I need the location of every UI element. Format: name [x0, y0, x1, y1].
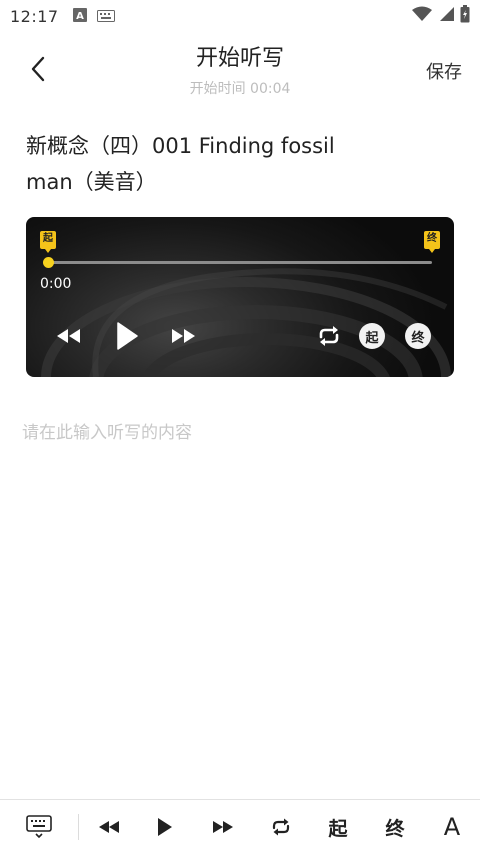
keyboard-icon [96, 7, 115, 26]
rewind-icon [99, 821, 119, 833]
current-time: 0:00 [40, 276, 72, 292]
toolbar-fast-forward-button[interactable] [208, 800, 238, 853]
battery-icon [460, 5, 470, 27]
keyboard-toggle-button[interactable] [22, 800, 56, 853]
loop-icon [272, 818, 290, 836]
signal-icon [438, 6, 454, 26]
lesson-title: 新概念（四）001 Finding fossil man（美音） [26, 134, 335, 194]
status-time: 12:17 [10, 6, 59, 26]
fast-forward-icon [172, 329, 195, 343]
fast-forward-icon [213, 821, 233, 833]
rewind-icon [57, 329, 80, 343]
player-background [41, 268, 451, 377]
page-title: 开始听写 [195, 46, 284, 71]
progress-slider[interactable] [43, 257, 432, 268]
play-icon [158, 818, 172, 836]
set-start-label: 起 [359, 323, 385, 349]
status-icons-right [412, 5, 470, 27]
toolbar-set-end-button[interactable]: 终 [381, 800, 409, 853]
toolbar-rewind-button[interactable] [94, 800, 124, 853]
toolbar-set-start-button[interactable]: 起 [324, 800, 352, 853]
keyboard-icon [26, 815, 52, 839]
set-end-label: 终 [405, 323, 431, 349]
svg-text:A: A [76, 11, 84, 22]
status-bar: 12:17 A [0, 0, 480, 32]
loop-button[interactable] [314, 323, 344, 349]
toolbar-divider [78, 814, 79, 840]
fast-forward-button[interactable] [170, 325, 198, 347]
start-time-label: 开始时间 00:04 [189, 81, 291, 97]
bottom-toolbar: 起 终 A [0, 799, 480, 853]
font-size-button[interactable]: A [438, 800, 466, 853]
toolbar-loop-button[interactable] [266, 800, 296, 853]
toolbar-play-button[interactable] [152, 800, 178, 853]
save-button[interactable]: 保存 [426, 58, 462, 84]
wifi-icon [412, 6, 432, 26]
play-button[interactable] [114, 319, 140, 353]
status-icons-left: A [72, 7, 115, 26]
play-icon [117, 322, 138, 350]
progress-knob[interactable] [43, 257, 54, 268]
end-mark-tag[interactable]: 终 [424, 231, 440, 253]
dictation-input[interactable] [22, 418, 458, 778]
rewind-button[interactable] [54, 325, 82, 347]
set-end-button[interactable]: 终 [405, 323, 431, 349]
a-box-icon: A [72, 7, 87, 26]
set-start-button[interactable]: 起 [359, 323, 385, 349]
loop-icon [319, 326, 339, 346]
start-mark-tag[interactable]: 起 [40, 231, 56, 253]
header: 开始听写 开始时间 00:04 保存 [0, 32, 480, 106]
audio-player: 起 终 0:00 起 终 [26, 217, 454, 377]
